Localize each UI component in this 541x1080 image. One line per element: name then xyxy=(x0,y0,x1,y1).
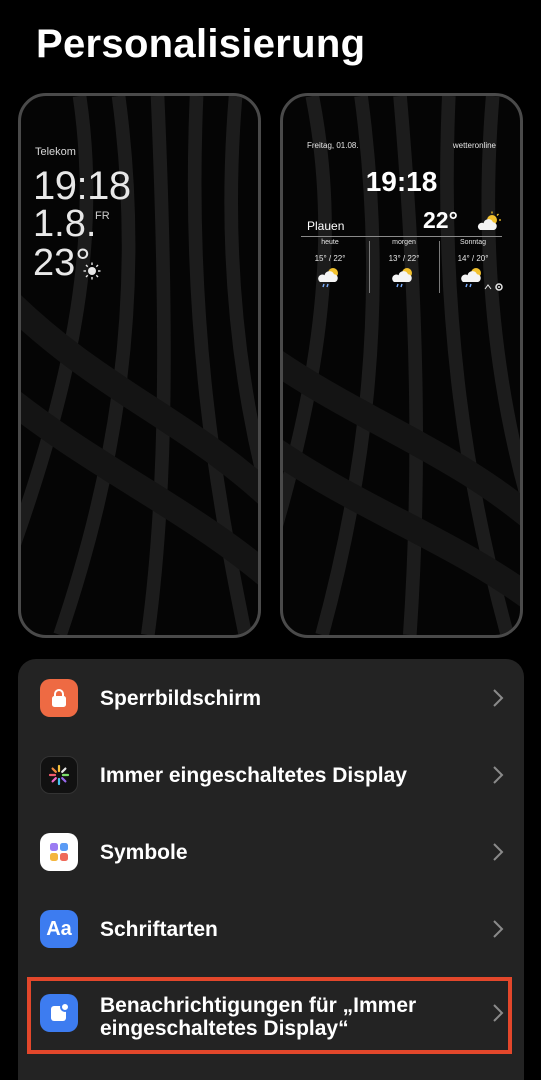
aod-temperature: 23° xyxy=(33,242,91,284)
forecast-label: morgen xyxy=(392,239,416,246)
chevron-right-icon xyxy=(493,843,504,861)
forecast-label: Sonntag xyxy=(459,239,487,246)
menu-item-lockscreen[interactable]: Sperrbildschirm xyxy=(18,665,524,729)
forecast-today: heute 15° / 22° xyxy=(297,239,363,289)
menu-item-label: Sperrbildschirm xyxy=(100,687,262,710)
widget-city: Plauen xyxy=(307,219,345,233)
forecast-temps: 13° / 22° xyxy=(388,254,420,263)
widget-date: Freitag, 01.08. xyxy=(307,141,359,150)
settings-gear-icon xyxy=(484,283,503,291)
menu-item-label: Benachrichtigungen für „Immer eingeschal… xyxy=(100,994,417,1040)
menu-item-aod-notifications[interactable]: Benachrichtigungen für „Immer eingeschal… xyxy=(18,980,524,1044)
chevron-right-icon xyxy=(493,920,504,938)
font-icon: Aa xyxy=(40,910,78,948)
personalization-menu: Sperrbildschirm Immer eingeschaltetes Di… xyxy=(18,659,524,1080)
grid-icon xyxy=(40,833,78,871)
chevron-right-icon xyxy=(493,766,504,784)
menu-item-label: Symbole xyxy=(100,841,188,864)
forecast-temps: 15° / 22° xyxy=(314,254,346,263)
forecast-label: heute xyxy=(321,239,339,246)
menu-item-always-on-display[interactable]: Immer eingeschaltetes Display xyxy=(18,742,524,806)
carrier-label: Telekom xyxy=(35,146,76,158)
partly-cloudy-rain-icon xyxy=(318,268,338,288)
menu-item-fonts[interactable]: Aa Schriftarten xyxy=(18,896,524,960)
lockscreen-time: 19:18 xyxy=(365,166,438,197)
sun-icon xyxy=(83,262,101,280)
lock-icon xyxy=(40,679,78,717)
notification-icon xyxy=(40,994,78,1032)
aod-icon xyxy=(40,756,78,794)
chevron-right-icon xyxy=(493,1004,504,1022)
widget-divider xyxy=(301,236,502,237)
menu-item-label: Immer eingeschaltetes Display xyxy=(100,764,407,787)
lockscreen-preview-card[interactable]: Freitag, 01.08. wetteronline 19:18 Plaue… xyxy=(280,93,523,638)
forecast-temps: 14° / 20° xyxy=(457,254,489,263)
aod-preview-card[interactable]: Telekom 19:18 1.8. FR 23° xyxy=(18,93,261,638)
menu-item-label: Schriftarten xyxy=(100,918,218,941)
aod-day: FR xyxy=(95,210,110,222)
chevron-right-icon xyxy=(493,689,504,707)
widget-temperature: 22° xyxy=(423,207,458,233)
widget-brand: wetteronline xyxy=(452,141,496,150)
forecast-separator xyxy=(369,241,370,293)
partly-cloudy-rain-icon xyxy=(392,268,412,288)
aod-time: 19:18 xyxy=(33,164,131,208)
page-title: Personalisierung xyxy=(36,22,366,66)
menu-item-icons[interactable]: Symbole xyxy=(18,819,524,883)
partly-cloudy-icon xyxy=(477,211,501,230)
forecast-tomorrow: morgen 13° / 22° xyxy=(371,239,437,289)
aod-date: 1.8. xyxy=(33,203,97,245)
